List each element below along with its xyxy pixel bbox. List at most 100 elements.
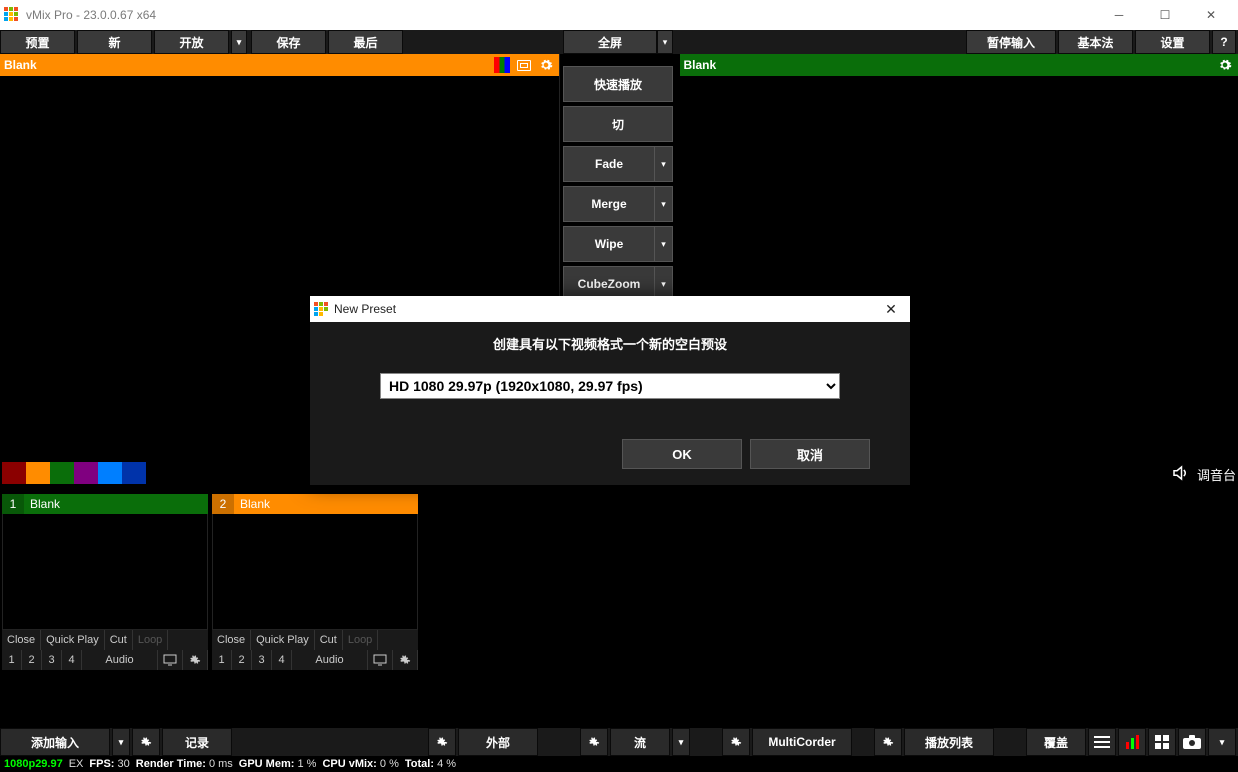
overlay-color-swatches [2, 462, 146, 484]
dialog-ok-button[interactable]: OK [622, 439, 742, 469]
status-total-label: Total: [405, 758, 434, 770]
input-quickplay-button[interactable]: Quick Play [41, 630, 105, 650]
dialog-titlebar[interactable]: New Preset ✕ [310, 296, 910, 322]
add-input-button[interactable]: 添加输入 [0, 728, 110, 756]
status-rendertime: 0 ms [209, 758, 233, 770]
stream-dropdown[interactable] [672, 728, 690, 756]
fullscreen-dropdown[interactable] [657, 30, 673, 54]
stream-button[interactable]: 流 [610, 728, 670, 756]
preview-gear-icon[interactable] [537, 56, 555, 74]
pause-input-button[interactable]: 暂停输入 [966, 30, 1056, 54]
color-swatch-0[interactable] [2, 462, 26, 484]
input-overlay-4[interactable]: 4 [272, 650, 292, 670]
new-button[interactable]: 新 [77, 30, 152, 54]
cut-button[interactable]: 切 [563, 106, 673, 142]
dialog-title: New Preset [334, 302, 396, 316]
input-loop-button[interactable]: Loop [133, 630, 168, 650]
input-loop-button[interactable]: Loop [343, 630, 378, 650]
input-name: Blank [24, 497, 60, 511]
input-header[interactable]: 1Blank [2, 494, 208, 514]
overlay-button[interactable]: 覆盖 [1026, 728, 1086, 756]
preset-format-select[interactable]: HD 1080 29.97p (1920x1080, 29.97 fps) [380, 373, 840, 399]
preview-layout-icon[interactable] [515, 56, 533, 74]
input-cut-button[interactable]: Cut [315, 630, 343, 650]
dialog-close-button[interactable]: ✕ [876, 301, 906, 318]
input-number: 1 [2, 494, 24, 514]
grid-icon[interactable] [1148, 728, 1176, 756]
status-total: 4 % [437, 758, 456, 770]
input-preview[interactable] [212, 514, 418, 630]
input-close-button[interactable]: Close [212, 630, 251, 650]
preset-button[interactable]: 预置 [0, 30, 75, 54]
input-tile-1: 1BlankCloseQuick PlayCutLoop1234Audio [2, 494, 208, 670]
fade-button[interactable]: Fade [563, 146, 655, 182]
input-gear-icon[interactable] [393, 650, 418, 670]
input-header[interactable]: 2Blank [212, 494, 418, 514]
color-swatch-5[interactable] [122, 462, 146, 484]
new-preset-dialog: New Preset ✕ 创建具有以下视频格式一个新的空白预设 HD 1080 … [310, 296, 910, 485]
speaker-icon[interactable] [1171, 464, 1189, 485]
status-cpuvmix-label: CPU vMix: [322, 758, 376, 770]
open-button[interactable]: 开放 [154, 30, 229, 54]
input-preview[interactable] [2, 514, 208, 630]
stream-gear-icon[interactable] [580, 728, 608, 756]
bottom-toolbar: 添加输入 记录 外部 流 MultiCorder 播放列表 覆盖 [0, 728, 1238, 756]
wipe-button[interactable]: Wipe [563, 226, 655, 262]
camera-icon[interactable] [1178, 728, 1206, 756]
color-swatch-4[interactable] [98, 462, 122, 484]
levels-icon[interactable] [1118, 728, 1146, 756]
input-close-button[interactable]: Close [2, 630, 41, 650]
window-minimize-button[interactable]: ─ [1096, 0, 1142, 30]
color-swatch-2[interactable] [50, 462, 74, 484]
merge-dropdown[interactable] [655, 186, 673, 222]
dialog-cancel-button[interactable]: 取消 [750, 439, 870, 469]
settings-button[interactable]: 设置 [1135, 30, 1210, 54]
input-quickplay-button[interactable]: Quick Play [251, 630, 315, 650]
input-overlay-3[interactable]: 3 [42, 650, 62, 670]
status-gpumem: 1 % [297, 758, 316, 770]
output-gear-icon[interactable] [1216, 56, 1234, 74]
window-maximize-button[interactable]: ☐ [1142, 0, 1188, 30]
quickplay-button[interactable]: 快速播放 [563, 66, 673, 102]
wipe-dropdown[interactable] [655, 226, 673, 262]
last-button[interactable]: 最后 [328, 30, 403, 54]
open-dropdown[interactable] [231, 30, 247, 54]
save-button[interactable]: 保存 [251, 30, 326, 54]
preview-colorbars-icon[interactable] [493, 56, 511, 74]
audio-mixer-button[interactable]: 调音台 [1197, 465, 1236, 484]
external-button[interactable]: 外部 [458, 728, 538, 756]
playlist-gear-icon[interactable] [874, 728, 902, 756]
merge-button[interactable]: Merge [563, 186, 655, 222]
color-swatch-3[interactable] [74, 462, 98, 484]
input-cut-button[interactable]: Cut [105, 630, 133, 650]
input-audio-button[interactable]: Audio [82, 650, 158, 670]
input-overlay-4[interactable]: 4 [62, 650, 82, 670]
input-overlay-2[interactable]: 2 [232, 650, 252, 670]
multicorder-gear-icon[interactable] [722, 728, 750, 756]
record-button[interactable]: 记录 [162, 728, 232, 756]
input-name: Blank [234, 497, 270, 511]
input-monitor-icon[interactable] [368, 650, 393, 670]
fullscreen-button[interactable]: 全屏 [563, 30, 657, 54]
input-gear-icon[interactable] [183, 650, 208, 670]
help-button[interactable]: ? [1212, 30, 1236, 54]
status-cpuvmix: 0 % [380, 758, 399, 770]
input-overlay-3[interactable]: 3 [252, 650, 272, 670]
input-monitor-icon[interactable] [158, 650, 183, 670]
add-input-dropdown[interactable] [112, 728, 130, 756]
basic-button[interactable]: 基本法 [1058, 30, 1133, 54]
input-overlay-1[interactable]: 1 [2, 650, 22, 670]
multicorder-button[interactable]: MultiCorder [752, 728, 852, 756]
playlist-button[interactable]: 播放列表 [904, 728, 994, 756]
input-overlay-1[interactable]: 1 [212, 650, 232, 670]
camera-dropdown[interactable] [1208, 728, 1236, 756]
external-gear-icon[interactable] [428, 728, 456, 756]
fade-dropdown[interactable] [655, 146, 673, 182]
input-audio-button[interactable]: Audio [292, 650, 368, 670]
hamburger-icon[interactable] [1088, 728, 1116, 756]
status-bar: 1080p29.97 EX FPS: 30 Render Time: 0 ms … [0, 756, 1238, 772]
window-close-button[interactable]: ✕ [1188, 0, 1234, 30]
color-swatch-1[interactable] [26, 462, 50, 484]
input-overlay-2[interactable]: 2 [22, 650, 42, 670]
record-gear-icon[interactable] [132, 728, 160, 756]
